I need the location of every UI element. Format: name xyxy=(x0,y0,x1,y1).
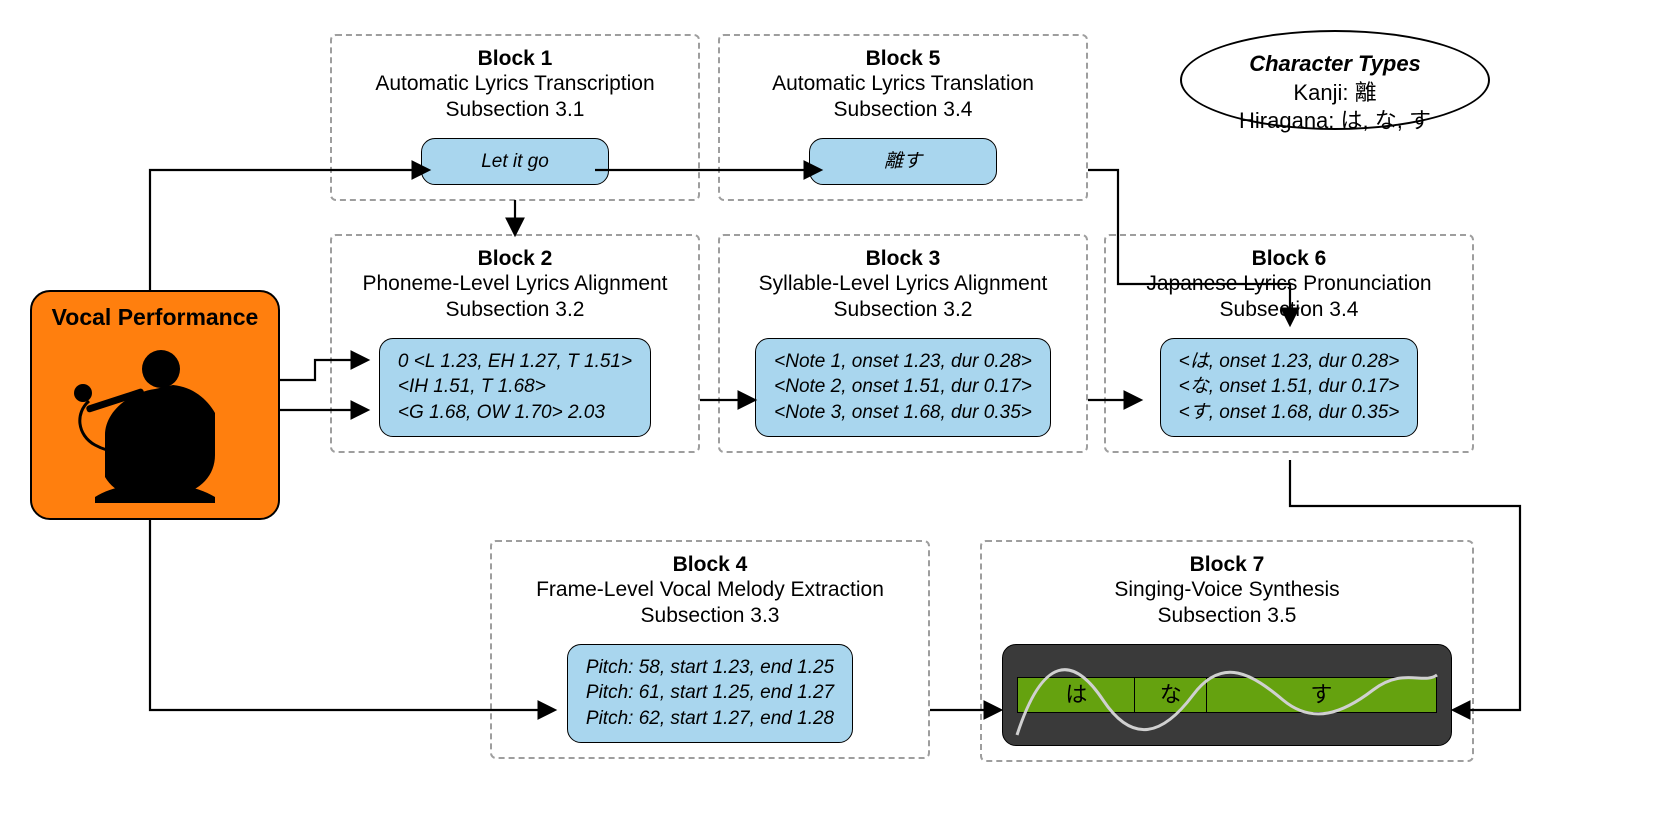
vocal-performance-box: Vocal Performance xyxy=(30,290,280,520)
block-2-line1: 0 <L 1.23, EH 1.27, T 1.51> xyxy=(398,349,632,375)
block-4-desc: Frame-Level Vocal Melody Extraction xyxy=(506,577,914,603)
block-1-output: Let it go xyxy=(421,138,609,186)
block-5-desc: Automatic Lyrics Translation xyxy=(734,71,1072,97)
block-2-line2: <IH 1.51, T 1.68> xyxy=(398,374,632,400)
block-6-desc: Japanese Lyrics Pronunciation xyxy=(1120,271,1458,297)
block-4-output: Pitch: 58, start 1.23, end 1.25 Pitch: 6… xyxy=(567,644,853,743)
block-3-line3: <Note 3, onset 1.68, dur 0.35> xyxy=(774,400,1032,426)
block-6-line3: <す, onset 1.68, dur 0.35> xyxy=(1179,400,1400,426)
block-3-name: Block 3 xyxy=(734,246,1072,271)
block-5-sub: Subsection 3.4 xyxy=(734,97,1072,123)
block-6-name: Block 6 xyxy=(1120,246,1458,271)
block-1-sub: Subsection 3.1 xyxy=(346,97,684,123)
block-3-line2: <Note 2, onset 1.51, dur 0.17> xyxy=(774,374,1032,400)
block-4-line3: Pitch: 62, start 1.27, end 1.28 xyxy=(586,706,834,732)
block-1-desc: Automatic Lyrics Transcription xyxy=(346,71,684,97)
block-6-line2: <な, onset 1.51, dur 0.17> xyxy=(1179,374,1400,400)
block-4-sub: Subsection 3.3 xyxy=(506,603,914,629)
block-3-line1: <Note 1, onset 1.23, dur 0.28> xyxy=(774,349,1032,375)
vocal-performance-title: Vocal Performance xyxy=(42,304,268,331)
block-6-line1: <は, onset 1.23, dur 0.28> xyxy=(1179,349,1400,375)
block-4: Block 4 Frame-Level Vocal Melody Extract… xyxy=(490,540,930,759)
character-types-legend: Character Types Kanji: 離 Hiragana: は, な,… xyxy=(1180,30,1490,130)
block-6-output: <は, onset 1.23, dur 0.28> <な, onset 1.51… xyxy=(1160,338,1419,437)
block-4-line1: Pitch: 58, start 1.23, end 1.25 xyxy=(586,655,834,681)
singer-icon xyxy=(65,335,245,503)
syllable-segments: は な す xyxy=(1017,677,1437,713)
block-2-line3: <G 1.68, OW 1.70> 2.03 xyxy=(398,400,632,426)
legend-kanji: Kanji: 離 xyxy=(1208,79,1462,108)
segment-3: す xyxy=(1206,677,1437,713)
block-2-desc: Phoneme-Level Lyrics Alignment xyxy=(346,271,684,297)
block-4-line2: Pitch: 61, start 1.25, end 1.27 xyxy=(586,680,834,706)
legend-title: Character Types xyxy=(1208,50,1462,79)
block-3: Block 3 Syllable-Level Lyrics Alignment … xyxy=(718,234,1088,453)
block-2: Block 2 Phoneme-Level Lyrics Alignment S… xyxy=(330,234,700,453)
synthesis-output: は な す xyxy=(1002,644,1452,746)
block-5-name: Block 5 xyxy=(734,46,1072,71)
block-3-sub: Subsection 3.2 xyxy=(734,297,1072,323)
block-2-sub: Subsection 3.2 xyxy=(346,297,684,323)
block-5-output: 離す xyxy=(809,138,997,186)
block-3-output: <Note 1, onset 1.23, dur 0.28> <Note 2, … xyxy=(755,338,1051,437)
segment-2: な xyxy=(1134,677,1207,713)
block-7: Block 7 Singing-Voice Synthesis Subsecti… xyxy=(980,540,1474,762)
block-2-name: Block 2 xyxy=(346,246,684,271)
block-1-name: Block 1 xyxy=(346,46,684,71)
block-6-sub: Subsection 3.4 xyxy=(1120,297,1458,323)
block-7-sub: Subsection 3.5 xyxy=(996,603,1458,629)
block-3-desc: Syllable-Level Lyrics Alignment xyxy=(734,271,1072,297)
legend-hiragana: Hiragana: は, な, す xyxy=(1208,107,1462,136)
diagram-canvas: Vocal Performance Block 1 Automatic Lyri… xyxy=(0,0,1669,822)
block-7-desc: Singing-Voice Synthesis xyxy=(996,577,1458,603)
block-6: Block 6 Japanese Lyrics Pronunciation Su… xyxy=(1104,234,1474,453)
block-2-output: 0 <L 1.23, EH 1.27, T 1.51> <IH 1.51, T … xyxy=(379,338,651,437)
block-5: Block 5 Automatic Lyrics Translation Sub… xyxy=(718,34,1088,201)
segment-1: は xyxy=(1017,677,1136,713)
block-1: Block 1 Automatic Lyrics Transcription S… xyxy=(330,34,700,201)
block-4-name: Block 4 xyxy=(506,552,914,577)
block-7-name: Block 7 xyxy=(996,552,1458,577)
